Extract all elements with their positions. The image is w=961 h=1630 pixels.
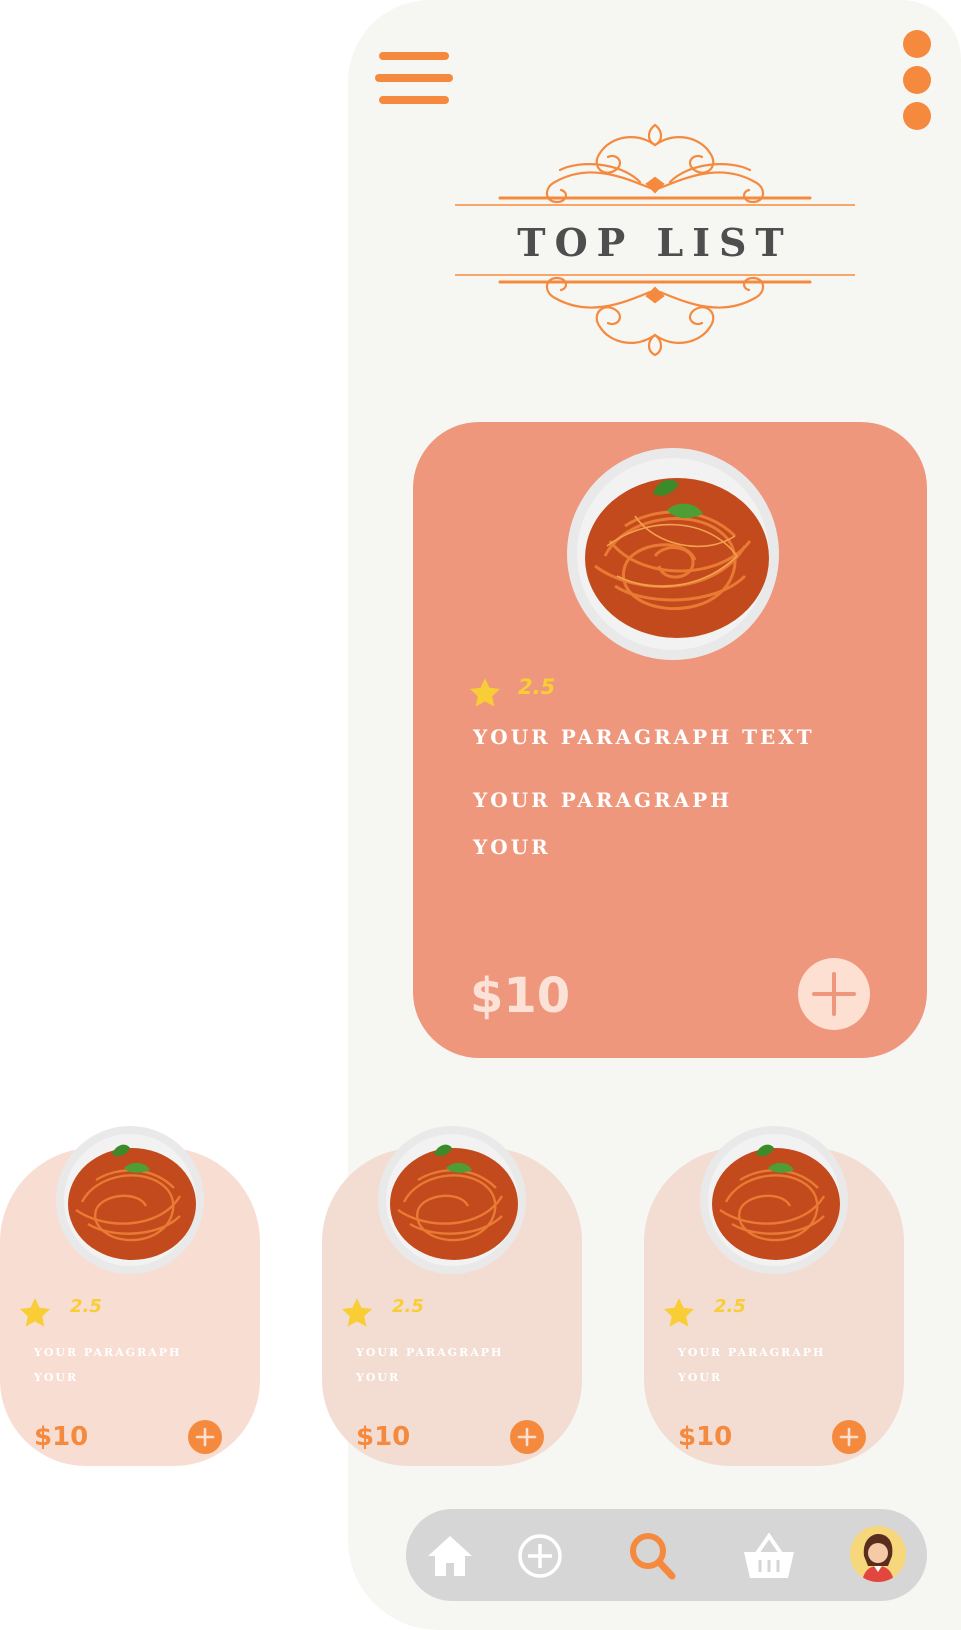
plus-icon (195, 1427, 215, 1447)
plus-icon (839, 1427, 859, 1447)
featured-price: $10 (470, 968, 571, 1024)
featured-text-line3: YOUR (473, 835, 551, 859)
add-circle-icon[interactable] (514, 1530, 566, 1582)
star-icon (19, 1298, 51, 1327)
item-text-line1: YOUR PARAGRAPH (678, 1346, 826, 1359)
hamburger-menu-icon[interactable] (375, 52, 453, 108)
star-icon (341, 1298, 373, 1327)
item-price: $10 (34, 1422, 89, 1452)
rating-value: 2.5 (518, 675, 556, 699)
item-text-line1: YOUR PARAGRAPH (356, 1346, 504, 1359)
star-icon (663, 1298, 695, 1327)
spaghetti-plate-image (567, 448, 779, 660)
item-add-button[interactable] (832, 1420, 866, 1454)
item-text-line2: YOUR (34, 1371, 79, 1384)
item-text-line1: YOUR PARAGRAPH (34, 1346, 182, 1359)
item-price: $10 (356, 1422, 411, 1452)
rating-value: 2.5 (392, 1296, 424, 1317)
star-icon (469, 678, 501, 707)
item-text-line2: YOUR (356, 1371, 401, 1384)
featured-text-line2: YOUR PARAGRAPH (473, 788, 733, 812)
plus-icon (517, 1427, 537, 1447)
item-add-button[interactable] (188, 1420, 222, 1454)
home-icon[interactable] (424, 1530, 476, 1582)
featured-add-button[interactable] (798, 958, 870, 1030)
spaghetti-plate-image (56, 1126, 204, 1274)
basket-icon[interactable] (740, 1530, 798, 1582)
spaghetti-plate-image (378, 1126, 526, 1274)
rating-value: 2.5 (70, 1296, 102, 1317)
spaghetti-plate-image (700, 1126, 848, 1274)
rating-value: 2.5 (714, 1296, 746, 1317)
avatar-icon (850, 1526, 906, 1582)
item-price: $10 (678, 1422, 733, 1452)
plus-icon (812, 972, 856, 1016)
item-add-button[interactable] (510, 1420, 544, 1454)
user-avatar[interactable] (850, 1526, 906, 1582)
featured-text-line1: YOUR PARAGRAPH TEXT (473, 725, 815, 749)
item-text-line2: YOUR (678, 1371, 723, 1384)
vertical-dots-icon[interactable] (903, 30, 933, 130)
page-title: TOP LIST (517, 220, 793, 265)
search-icon[interactable] (626, 1530, 678, 1582)
